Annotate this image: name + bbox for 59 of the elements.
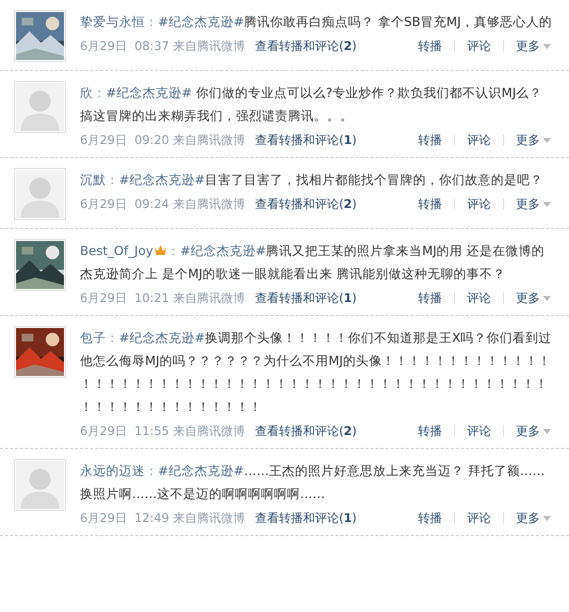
post-time: 6月29日 09:20 来自腾讯微博: [80, 132, 245, 149]
hashtag-link[interactable]: #纪念杰克逊#: [158, 14, 244, 29]
replies-link[interactable]: 查看转播和评论(2): [254, 195, 357, 213]
action-link[interactable]: 转播: [406, 131, 454, 149]
post-time: 6月29日 12:49 来自腾讯微博: [80, 510, 245, 527]
action-link[interactable]: 更多: [504, 195, 555, 213]
author-link[interactable]: 包子: [80, 330, 106, 345]
post-time: 6月29日 11:55 来自腾讯微博: [80, 423, 245, 440]
post-text: 包子：#纪念杰克逊#换调那个头像！！！！！你们不知道那是王X吗？你们看到过他怎么侮辱MJ的吗？？？？？？为什么不用MJ的头像！！！！！！！！！！！！！！！！！！！！！！！！！！！！！！！！！！！！！！！！！！！！！！！！！！！！！！！！！！！！！！！: [80, 329, 553, 416]
hashtag-link[interactable]: #纪念杰克逊#: [106, 85, 192, 100]
post-text: 永远的迈迷：#纪念杰克逊#……王杰的照片好意思放上来充当迈？ 拜托了额……换照片啊……这不是迈的啊啊啊啊啊啊……: [80, 462, 546, 503]
replies-link[interactable]: 查看转播和评论(1): [254, 131, 357, 149]
default-avatar-icon: [16, 83, 64, 131]
hashtag-link[interactable]: #纪念杰克逊#: [119, 172, 205, 187]
author-link[interactable]: 永远的迈迷: [80, 463, 145, 478]
caret-icon: [543, 44, 551, 48]
action-link[interactable]: 转播: [406, 37, 454, 55]
action-link[interactable]: 转播: [406, 289, 454, 307]
caret-icon: [543, 296, 551, 300]
avatar-frame[interactable]: [14, 239, 66, 291]
replies-link[interactable]: 查看转播和评论(2): [254, 37, 357, 55]
action-link[interactable]: 评论: [455, 131, 503, 149]
author-link[interactable]: Best_Of_Joy: [80, 243, 154, 258]
author-link[interactable]: 欣: [80, 85, 93, 100]
action-link[interactable]: 更多: [504, 37, 555, 55]
action-link[interactable]: 转播: [406, 195, 454, 213]
action-link[interactable]: 转播: [406, 509, 454, 527]
hashtag-link[interactable]: #纪念杰克逊#: [158, 463, 244, 478]
replies-link[interactable]: 查看转播和评论(2): [254, 422, 357, 440]
hashtag-link[interactable]: #纪念杰克逊#: [180, 243, 266, 258]
hashtag-link[interactable]: #纪念杰克逊#: [119, 330, 205, 345]
author-link[interactable]: 挚爱与永恒: [80, 14, 145, 29]
post-time: 6月29日 08:37 来自腾讯微博: [80, 38, 245, 55]
action-link[interactable]: 更多: [504, 509, 555, 527]
post-text: 欣：#纪念杰克逊# 你们做的专业点可以么?专业炒作？欺负我们都不认识MJ么？搞这冒牌的出来糊弄我们，强烈谴责腾讯。。。: [80, 84, 544, 125]
post-text: Best_Of_Joy ：#纪念杰克逊#腾讯又把王某的照片拿来当MJ的用 还是在微博的杰克逊简介上 是个MJ的歌迷一眼就能看出来 腾讯能别做这种无聊的事不？: [80, 242, 546, 283]
default-avatar-icon: [16, 461, 64, 509]
caret-icon: [543, 138, 551, 142]
post-time: 6月29日 10:21 来自腾讯微博: [80, 290, 245, 307]
avatar-frame[interactable]: [14, 326, 66, 378]
action-link[interactable]: 更多: [504, 289, 555, 307]
caret-icon: [543, 516, 551, 520]
action-link[interactable]: 评论: [455, 422, 503, 440]
action-link[interactable]: 评论: [455, 195, 503, 213]
default-avatar-icon: [16, 170, 64, 218]
action-link[interactable]: 评论: [455, 509, 503, 527]
post-text: 挚爱与永恒：#纪念杰克逊#腾讯你敢再白痴点吗？ 拿个SB冒充MJ，真够恶心人的: [80, 13, 553, 31]
caret-icon: [543, 428, 551, 434]
action-link[interactable]: 评论: [455, 289, 503, 307]
action-link[interactable]: 更多: [504, 131, 555, 149]
author-link[interactable]: 沉默: [80, 172, 106, 187]
action-link[interactable]: 评论: [455, 37, 503, 55]
caret-icon: [543, 202, 551, 206]
replies-link[interactable]: 查看转播和评论(1): [254, 509, 357, 527]
post-text: 沉默：#纪念杰克逊#目害了目害了，找相片都能找个冒牌的，你们故意的是吧？: [80, 171, 544, 189]
replies-link[interactable]: 查看转播和评论(1): [254, 289, 357, 307]
action-link[interactable]: 转播: [406, 422, 454, 440]
post-time: 6月29日 09:24 来自腾讯微博: [80, 196, 245, 213]
action-link[interactable]: 更多: [504, 422, 555, 440]
